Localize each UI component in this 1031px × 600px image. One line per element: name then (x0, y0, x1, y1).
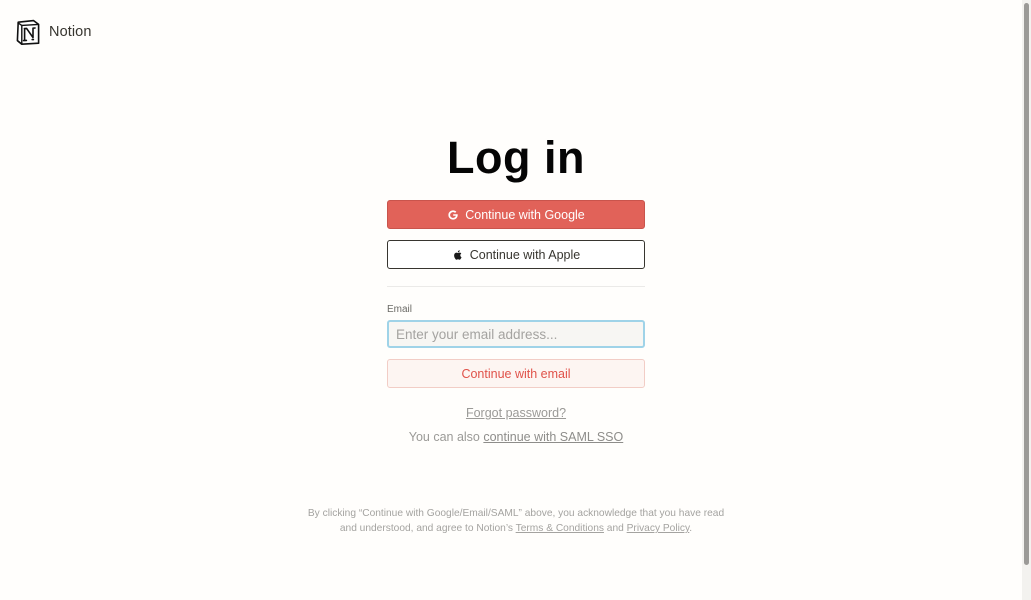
continue-with-email-button[interactable]: Continue with email (387, 359, 645, 388)
email-label: Email (387, 304, 413, 315)
login-page: Notion Log in Continue with Google Conti… (0, 0, 1031, 600)
notion-logo-icon (16, 19, 40, 45)
apple-button-label: Continue with Apple (469, 247, 581, 262)
email-button-label: Continue with email (461, 366, 571, 381)
email-field[interactable] (387, 320, 645, 348)
brand[interactable]: Notion (16, 19, 92, 45)
continue-with-google-button[interactable]: Continue with Google (387, 200, 645, 229)
legal-end: . (689, 523, 693, 534)
legal-and: and (603, 523, 627, 534)
legal-disclaimer: By clicking “Continue with Google/Email/… (300, 506, 732, 536)
sso-line: You can also continue with SAML SSO (387, 430, 645, 444)
forgot-password-link[interactable]: Forgot password? (466, 406, 566, 420)
terms-link[interactable]: Terms & Conditions (516, 523, 604, 534)
continue-with-apple-button[interactable]: Continue with Apple (387, 240, 645, 269)
divider (387, 286, 645, 287)
page-title: Log in (447, 132, 585, 183)
apple-icon (452, 249, 464, 261)
scrollbar-thumb[interactable] (1024, 3, 1029, 565)
scrollbar[interactable] (1022, 0, 1031, 600)
forgot-password: Forgot password? (387, 406, 645, 420)
google-button-label: Continue with Google (465, 207, 585, 222)
google-g-icon (447, 209, 459, 221)
login-form: Log in Continue with Google Continue wit… (387, 132, 645, 444)
saml-sso-link[interactable]: continue with SAML SSO (483, 430, 623, 444)
privacy-policy-link[interactable]: Privacy Policy (627, 523, 690, 534)
brand-name: Notion (49, 24, 92, 40)
sso-prefix: You can also (408, 430, 484, 444)
